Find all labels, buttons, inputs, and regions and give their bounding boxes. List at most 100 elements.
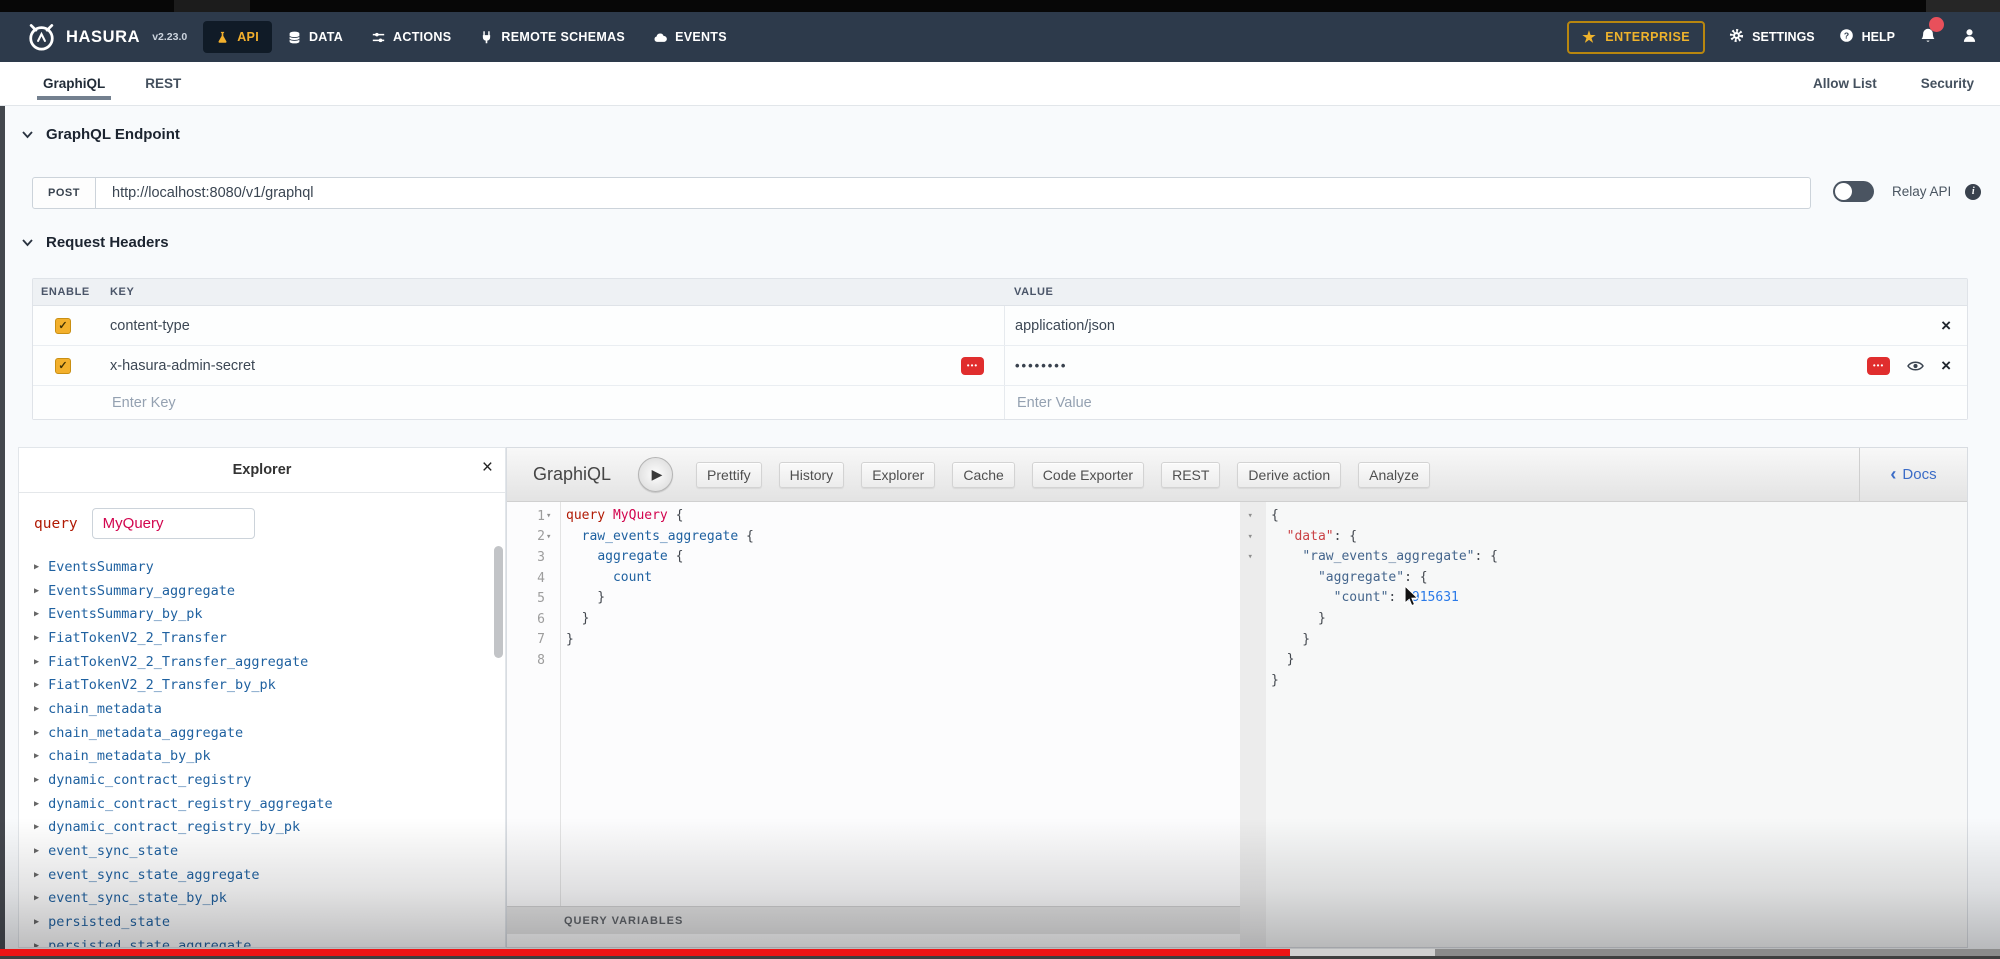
header-value-value[interactable]: ••••••••: [1015, 358, 1067, 373]
explorer-field-list: ▶EventsSummary▶EventsSummary_aggregate▶E…: [19, 549, 505, 948]
gutter-line: 1▾: [507, 506, 560, 527]
toolbar-button-cache[interactable]: Cache: [952, 462, 1014, 488]
video-progress-track: [1435, 949, 2000, 956]
query-name-input[interactable]: [92, 508, 255, 539]
explorer-field-event-sync-state-by-pk[interactable]: ▶event_sync_state_by_pk: [34, 887, 505, 911]
remove-header-icon[interactable]: ×: [1941, 357, 1951, 374]
header-enabled-checkbox[interactable]: ✓: [55, 358, 71, 374]
explorer-field-chain-metadata-aggregate[interactable]: ▶chain_metadata_aggregate: [34, 721, 505, 745]
close-icon[interactable]: ×: [482, 457, 493, 479]
toolbar-button-history[interactable]: History: [779, 462, 845, 488]
user-menu-button[interactable]: [1961, 27, 1978, 47]
header-enabled-checkbox[interactable]: ✓: [55, 318, 71, 334]
code-token: [605, 508, 613, 523]
field-name: event_sync_state_aggregate: [48, 867, 259, 883]
hasura-brand[interactable]: HASURA v2.23.0: [26, 22, 187, 53]
fold-arrow-icon[interactable]: ▾: [1248, 552, 1259, 562]
explorer-field-fiattokenv2-2-transfer-by-pk[interactable]: ▶FiatTokenV2_2_Transfer_by_pk: [34, 673, 505, 697]
nav-item-data[interactable]: DATA: [275, 21, 356, 53]
env-var-badge-icon[interactable]: •••: [961, 357, 984, 375]
nav-item-actions[interactable]: ACTIONS: [359, 21, 464, 53]
toolbar-button-rest[interactable]: REST: [1161, 462, 1220, 488]
column-header-value: VALUE: [1004, 279, 1967, 305]
fold-arrow-icon[interactable]: ▾: [1248, 532, 1259, 542]
explorer-field-event-sync-state[interactable]: ▶event_sync_state: [34, 839, 505, 863]
explorer-field-fiattokenv2-2-transfer[interactable]: ▶FiatTokenV2_2_Transfer: [34, 626, 505, 650]
caret-right-icon: ▶: [34, 586, 39, 596]
header-enable-cell: ✓: [33, 318, 106, 334]
explorer-field-dynamic-contract-registry[interactable]: ▶dynamic_contract_registry: [34, 768, 505, 792]
explorer-field-chain-metadata-by-pk[interactable]: ▶chain_metadata_by_pk: [34, 745, 505, 769]
query-variables-editor[interactable]: [507, 934, 1240, 947]
tab-security[interactable]: Security: [1921, 76, 1974, 91]
request-headers-table: ENABLE KEY VALUE ✓content-typeapplicatio…: [32, 278, 1968, 420]
info-icon[interactable]: i: [1965, 184, 1981, 200]
response-fold-gutter: ▾ ▾ ▾: [1240, 502, 1266, 947]
nav-item-events[interactable]: EVENTS: [641, 21, 740, 53]
tab-graphiql[interactable]: GraphiQL: [43, 76, 105, 91]
toolbar-button-code-exporter[interactable]: Code Exporter: [1032, 462, 1144, 488]
tab-allow-list[interactable]: Allow List: [1813, 76, 1877, 91]
remove-header-icon[interactable]: ×: [1941, 317, 1951, 334]
caret-right-icon: ▶: [34, 728, 39, 738]
query-code[interactable]: query MyQuery { raw_events_aggregate { a…: [561, 502, 754, 906]
header-key-value[interactable]: x-hasura-admin-secret: [110, 358, 255, 374]
header-value-value[interactable]: application/json: [1015, 318, 1115, 334]
code-token: [1271, 549, 1302, 564]
relay-api-toggle[interactable]: [1833, 181, 1874, 202]
toolbar-button-analyze[interactable]: Analyze: [1358, 462, 1430, 488]
nav-item-api[interactable]: API: [203, 21, 272, 53]
graphql-endpoint-section-header[interactable]: GraphQL Endpoint: [22, 126, 180, 143]
help-button[interactable]: ? HELP: [1839, 28, 1895, 46]
request-headers-section-header[interactable]: Request Headers: [22, 234, 169, 251]
column-header-key: KEY: [106, 286, 1004, 298]
query-variables-bar[interactable]: QUERY VARIABLES: [507, 906, 1240, 934]
new-header-value-input[interactable]: [1015, 394, 1315, 412]
explorer-field-event-sync-state-aggregate[interactable]: ▶event_sync_state_aggregate: [34, 863, 505, 887]
toolbar-button-derive-action[interactable]: Derive action: [1237, 462, 1341, 488]
tab-rest[interactable]: REST: [145, 76, 181, 91]
query-editor[interactable]: 1▾2▾345678 query MyQuery { raw_events_ag…: [507, 502, 1240, 906]
field-name: event_sync_state: [48, 843, 178, 859]
execute-query-button[interactable]: ▶: [638, 457, 673, 492]
endpoint-url-input[interactable]: [96, 177, 1811, 209]
explorer-field-eventssummary-aggregate[interactable]: ▶EventsSummary_aggregate: [34, 579, 505, 603]
video-left-edge: [0, 106, 5, 949]
docs-button[interactable]: ‹ Docs: [1859, 448, 1967, 501]
explorer-field-dynamic-contract-registry-aggregate[interactable]: ▶dynamic_contract_registry_aggregate: [34, 792, 505, 816]
explorer-field-persisted-state[interactable]: ▶persisted_state: [34, 910, 505, 934]
toolbar-button-prettify[interactable]: Prettify: [696, 462, 762, 488]
video-progress-bar[interactable]: [0, 949, 2000, 959]
code-token: }: [1271, 611, 1326, 626]
nav-item-remote-schemas[interactable]: REMOTE SCHEMAS: [467, 21, 638, 53]
relay-api-label: Relay API: [1892, 184, 1951, 199]
fold-gutter-line: [1240, 609, 1266, 630]
explorer-field-chain-metadata[interactable]: ▶chain_metadata: [34, 697, 505, 721]
database-icon: [288, 31, 301, 44]
explorer-header: Explorer ×: [19, 448, 505, 493]
enterprise-button[interactable]: ★ ENTERPRISE: [1567, 21, 1705, 54]
fold-arrow-icon[interactable]: ▾: [546, 511, 557, 521]
code-token: [1271, 590, 1334, 605]
field-name: FiatTokenV2_2_Transfer_aggregate: [48, 654, 308, 670]
notifications-button[interactable]: [1919, 24, 1937, 50]
explorer-field-persisted-state-aggregate[interactable]: ▶persisted_state_aggregate: [34, 934, 505, 948]
line-number: 2: [537, 529, 545, 544]
toolbar-button-explorer[interactable]: Explorer: [861, 462, 935, 488]
field-name: dynamic_contract_registry_aggregate: [48, 796, 332, 812]
caret-right-icon: ▶: [34, 657, 39, 667]
eye-icon[interactable]: [1907, 360, 1924, 372]
explorer-field-eventssummary-by-pk[interactable]: ▶EventsSummary_by_pk: [34, 602, 505, 626]
caret-right-icon: ▶: [34, 680, 39, 690]
explorer-field-fiattokenv2-2-transfer-aggregate[interactable]: ▶ FiatTokenV2_2_Transfer_aggregate: [34, 650, 505, 674]
fold-arrow-icon[interactable]: ▾: [1248, 511, 1259, 521]
fold-arrow-icon[interactable]: ▾: [546, 532, 557, 542]
explorer-scrollbar-thumb[interactable]: [494, 546, 503, 658]
explorer-field-dynamic-contract-registry-by-pk[interactable]: ▶dynamic_contract_registry_by_pk: [34, 816, 505, 840]
settings-button[interactable]: SETTINGS: [1729, 28, 1815, 46]
explorer-field-eventssummary[interactable]: ▶EventsSummary: [34, 555, 505, 579]
env-var-badge-icon[interactable]: •••: [1867, 357, 1890, 375]
new-header-key-input[interactable]: [110, 394, 410, 412]
header-key-value[interactable]: content-type: [110, 318, 190, 334]
header-row-content-type: ✓ content-type application/json ×: [33, 306, 1967, 346]
